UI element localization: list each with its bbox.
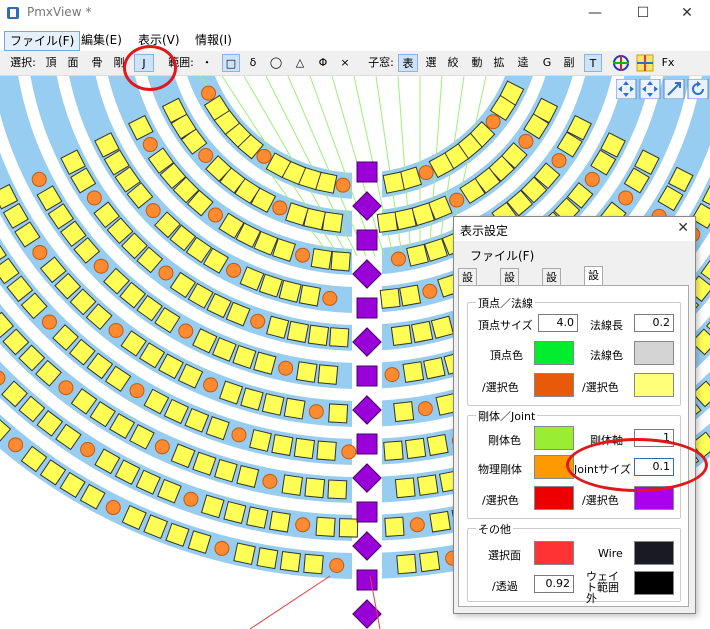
normal-selected-color-label: /選択色 xyxy=(582,381,619,394)
tab-settings-1[interactable]: 設定1 xyxy=(458,268,477,318)
selected-face-label: 選択面 xyxy=(488,549,521,562)
normal-length-field[interactable]: 0.2 xyxy=(634,314,674,332)
child-g-button[interactable]: G xyxy=(540,54,554,72)
joint-selected-color-label: /選択色 xyxy=(582,494,619,507)
menu-info[interactable]: 情報(I) xyxy=(190,31,237,49)
normal-selected-color-swatch[interactable] xyxy=(634,373,674,397)
target-icon[interactable] xyxy=(612,54,630,72)
child-path-button[interactable]: 逵 xyxy=(516,54,530,72)
dialog-close-button[interactable]: ✕ xyxy=(677,220,689,236)
dialog-title: 表示設定 xyxy=(460,224,509,238)
app-icon xyxy=(7,7,19,19)
transparency-field[interactable]: 0.92 xyxy=(534,575,574,593)
select-label: 選択: xyxy=(10,56,36,69)
close-button[interactable]: ✕ xyxy=(664,0,710,26)
normal-color-label: 法線色 xyxy=(590,349,623,362)
child-select-button[interactable]: 選 xyxy=(424,54,438,72)
move-view-icon xyxy=(616,79,637,99)
range-point-button[interactable]: ・ xyxy=(200,54,214,72)
child-scale-button[interactable]: 拡 xyxy=(492,54,506,72)
display-settings-dialog: 表示設定 ✕ ファイル(F) 設定1 設定2 設定3 設定4 頂点／法線 頂点サ… xyxy=(453,216,696,614)
range-phi-button[interactable]: Φ xyxy=(316,54,330,72)
grid-icon[interactable] xyxy=(636,54,654,72)
vertex-selected-color-label: /選択色 xyxy=(482,381,519,394)
group-title: 頂点／法線 xyxy=(476,295,535,311)
selected-face-color-swatch[interactable] xyxy=(534,541,574,565)
wire-label: Wire xyxy=(598,547,623,560)
group-title: その他 xyxy=(476,521,513,537)
tab-settings-2[interactable]: 設定2 xyxy=(500,268,519,318)
fx-button[interactable]: Fx xyxy=(660,54,676,72)
wire-color-swatch[interactable] xyxy=(634,541,674,565)
tab-settings-4[interactable]: 設定4 xyxy=(584,266,603,316)
rotate-view-icon xyxy=(687,79,709,99)
highlight-joint-button-circle xyxy=(123,45,177,91)
tab-settings-3[interactable]: 設定3 xyxy=(542,268,561,318)
dialog-title-bar: 表示設定 ✕ xyxy=(454,217,695,241)
child-filter-button[interactable]: 絞 xyxy=(446,54,460,72)
range-circle-button[interactable]: ◯ xyxy=(268,54,284,72)
menu-edit[interactable]: 編集(E) xyxy=(76,31,127,49)
menu-file[interactable]: ファイル(F) xyxy=(4,31,81,51)
weight-out-of-range-color-swatch[interactable] xyxy=(634,571,674,595)
range-triangle-button[interactable]: △ xyxy=(292,54,308,72)
vertex-color-label: 頂点色 xyxy=(490,349,523,362)
body-selected-color-label: /選択色 xyxy=(482,494,519,507)
pan-view-icon xyxy=(639,79,661,99)
body-selected-color-swatch[interactable] xyxy=(534,486,574,510)
vertex-size-field[interactable]: 4.0 xyxy=(538,314,578,332)
vertex-selected-color-swatch[interactable] xyxy=(534,373,574,397)
group-title: 剛体／Joint xyxy=(476,408,538,424)
transparency-label: /透過 xyxy=(492,580,518,593)
window-title: PmxView * xyxy=(27,5,92,19)
child-t-button[interactable]: T xyxy=(584,54,602,72)
child-window-label: 子窓: xyxy=(368,56,394,69)
body-color-swatch[interactable] xyxy=(534,426,574,450)
weight-out-of-range-label: ウェイト範囲外 xyxy=(586,570,619,605)
view-nav-icons xyxy=(616,79,709,99)
minimize-button[interactable]: — xyxy=(572,0,618,26)
group-vertex-normal: 頂点／法線 頂点サイズ 4.0 法線長 0.2 頂点色 法線色 /選択色 /選択… xyxy=(467,295,681,406)
child-display-button[interactable]: 表 xyxy=(398,54,418,72)
child-move-button[interactable]: 動 xyxy=(470,54,484,72)
select-face-button[interactable]: 面 xyxy=(66,54,80,72)
dialog-menu-file[interactable]: ファイル(F) xyxy=(470,247,534,264)
select-bone-button[interactable]: 骨 xyxy=(90,54,104,72)
toolbar: 選択: 頂 面 骨 剛 J 範囲: ・ □ δ ◯ △ Φ × 子窓: 表 選 … xyxy=(0,51,710,76)
range-clear-button[interactable]: × xyxy=(338,54,352,72)
range-rect-button[interactable]: □ xyxy=(222,54,240,72)
vertex-color-swatch[interactable] xyxy=(534,341,574,365)
physics-body-label: 物理剛体 xyxy=(478,463,522,476)
vertex-size-label: 頂点サイズ xyxy=(478,319,533,332)
child-sub-button[interactable]: 副 xyxy=(562,54,576,72)
maximize-button[interactable]: ☐ xyxy=(620,0,666,26)
select-vertex-button[interactable]: 頂 xyxy=(44,54,58,72)
title-bar: PmxView * — ☐ ✕ xyxy=(0,0,710,26)
body-color-label: 剛体色 xyxy=(488,434,521,447)
menu-bar: ファイル(F) 編集(E) 表示(V) 情報(I) xyxy=(0,30,710,51)
highlight-joint-size-circle xyxy=(566,438,708,492)
group-other: その他 選択面 Wire /透過 0.92 ウェイト範囲外 xyxy=(467,521,681,605)
range-delta-button[interactable]: δ xyxy=(246,54,260,72)
zoom-view-icon xyxy=(663,79,685,99)
normal-length-label: 法線長 xyxy=(590,319,623,332)
normal-color-swatch[interactable] xyxy=(634,341,674,365)
